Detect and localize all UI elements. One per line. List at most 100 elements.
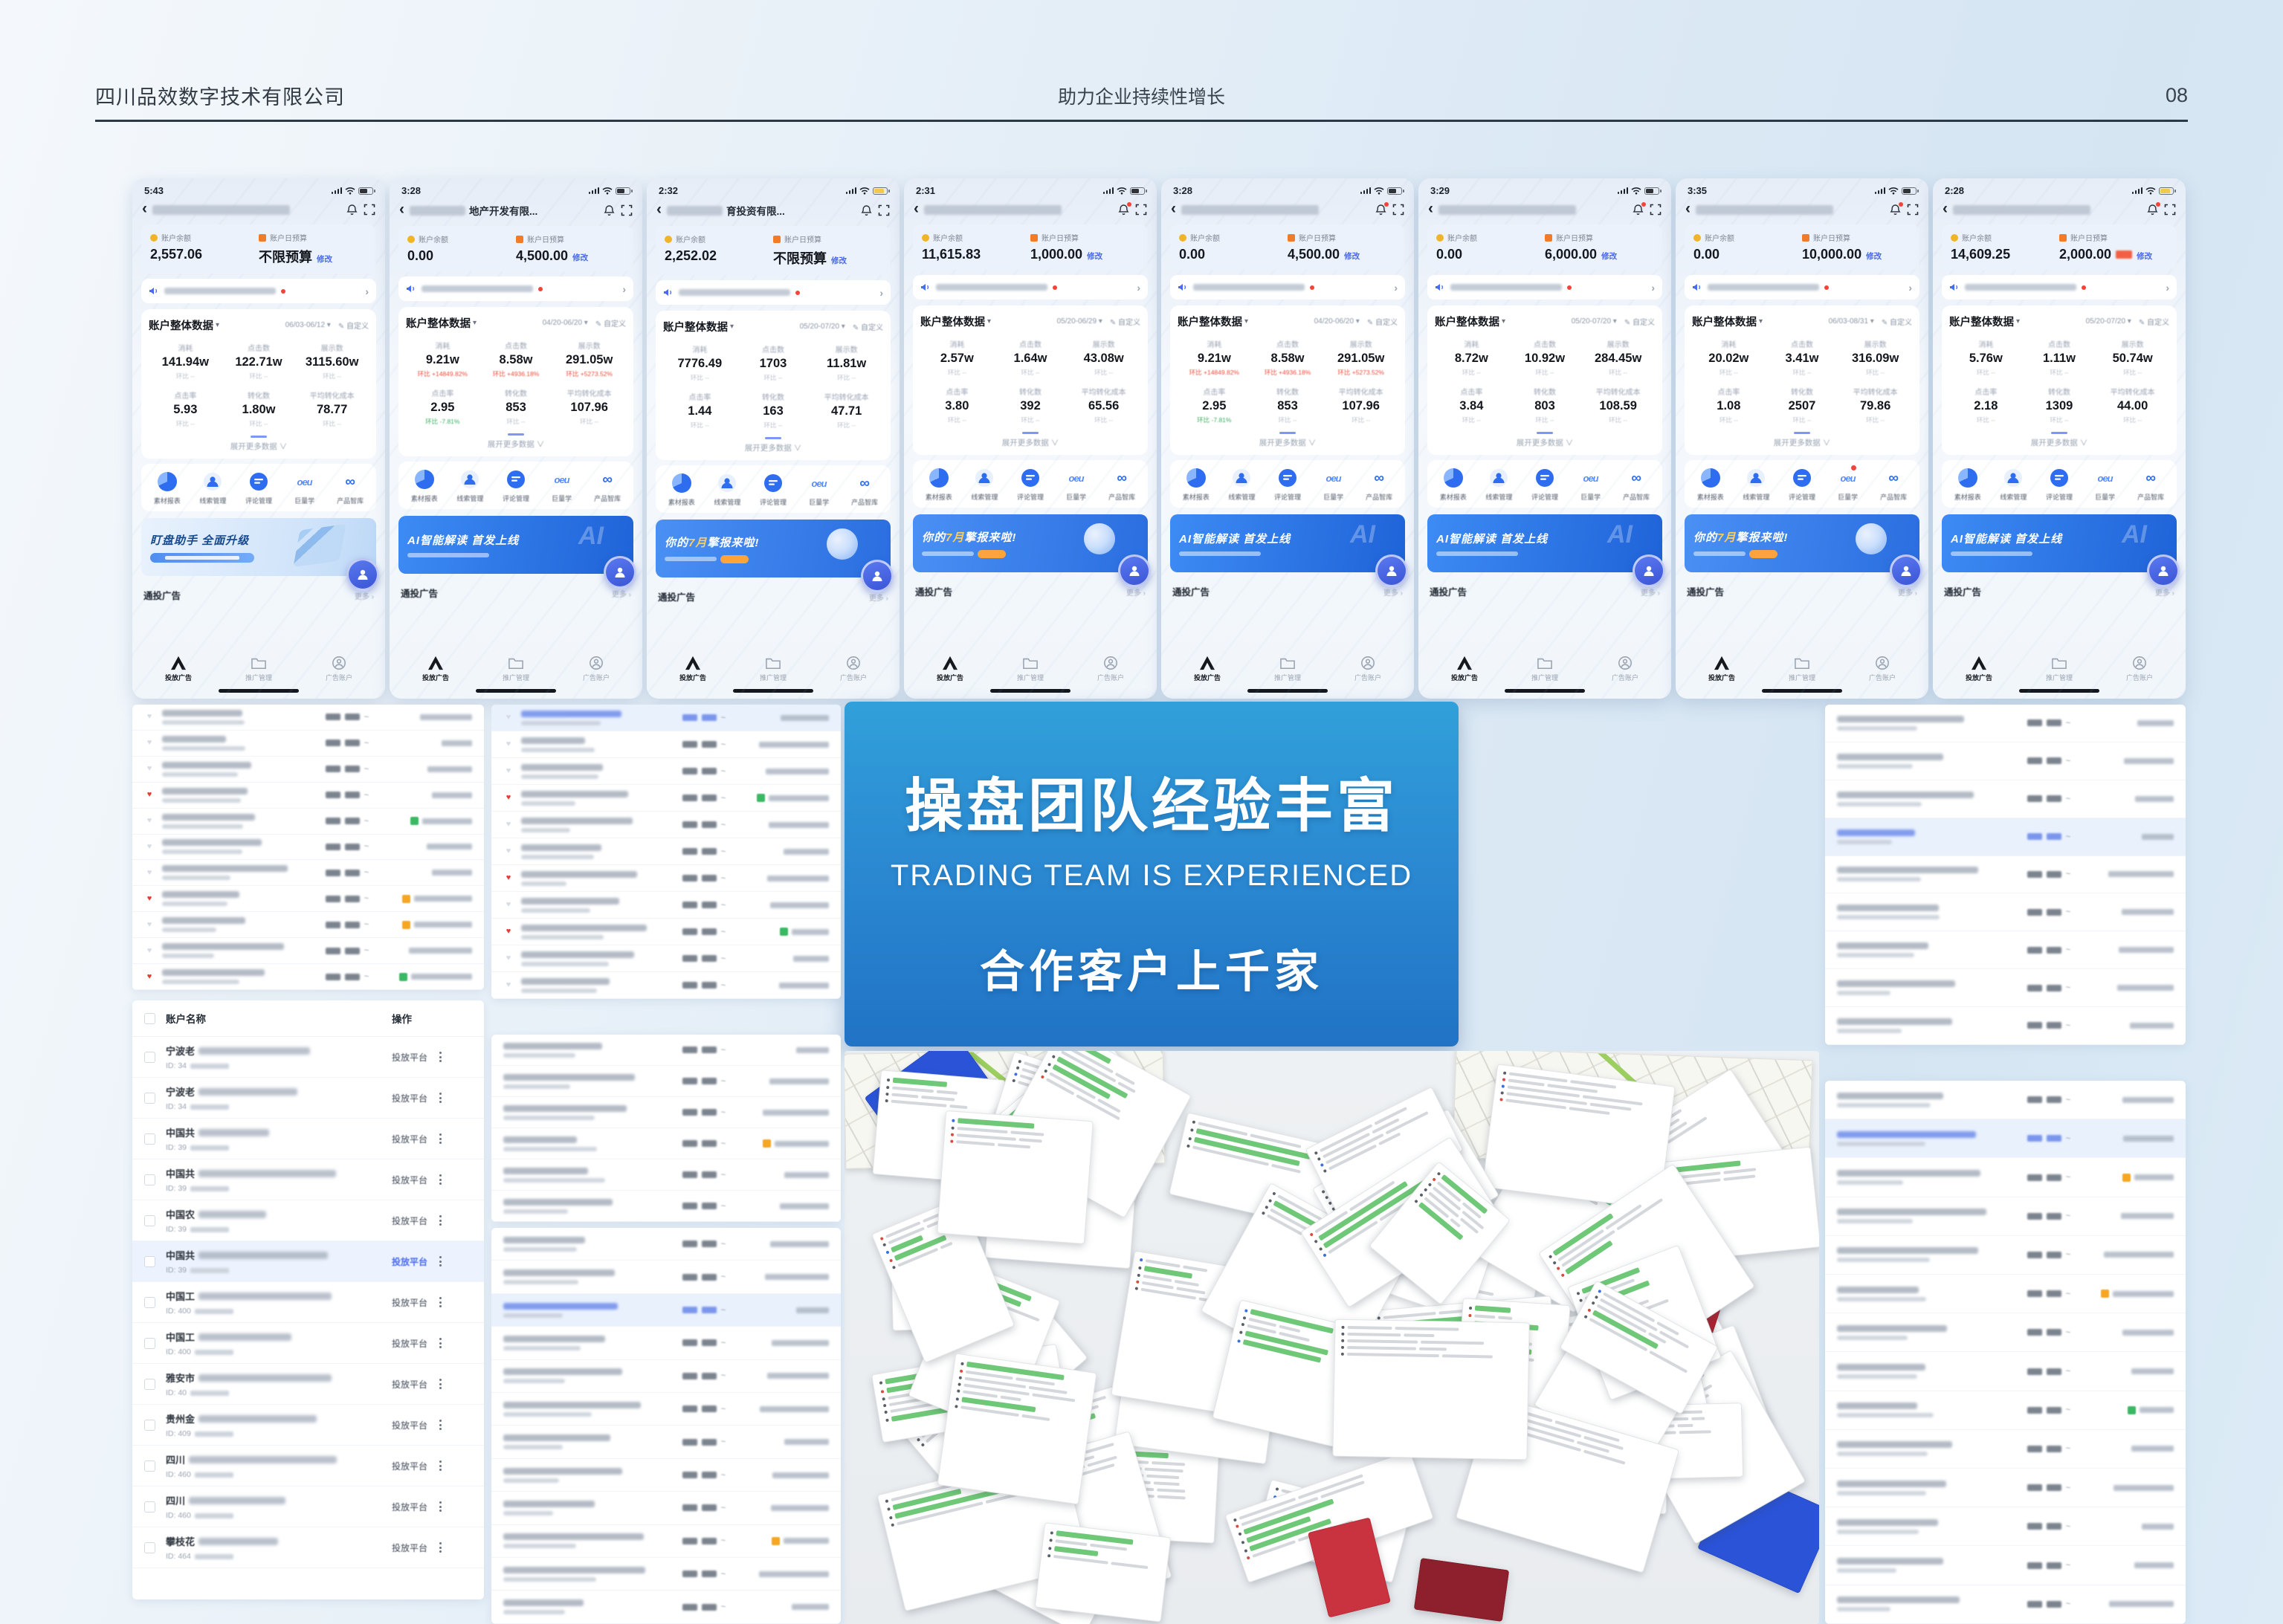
table-row[interactable]: ~ <box>491 1558 841 1591</box>
kebab-menu-icon[interactable] <box>439 1460 442 1471</box>
customer-service-button[interactable] <box>1633 554 1665 587</box>
shortcut-3[interactable]: 评论管理 <box>2038 468 2080 502</box>
modify-budget-link[interactable]: 修改 <box>1601 250 1617 262</box>
modify-budget-link[interactable]: 修改 <box>1344 250 1360 262</box>
bell-icon[interactable] <box>860 204 873 217</box>
favorite-icon[interactable]: ♥ <box>503 874 514 882</box>
table-row[interactable]: ~ <box>1825 1507 2186 1546</box>
more-link[interactable]: 更多 › <box>1641 586 1660 598</box>
kebab-menu-icon[interactable] <box>439 1093 442 1103</box>
favorite-icon[interactable]: ♥ <box>144 947 155 955</box>
favorite-icon[interactable]: ♥ <box>503 767 514 775</box>
table-row[interactable]: ~ <box>1825 1352 2186 1391</box>
nav-item-1[interactable]: 投放广告 <box>1438 656 1491 682</box>
shortcut-3[interactable]: 评论管理 <box>1010 468 1051 502</box>
overview-title[interactable]: 账户整体数据 <box>1435 314 1499 329</box>
table-row[interactable]: ~ <box>491 1327 841 1359</box>
kebab-menu-icon[interactable] <box>439 1174 442 1185</box>
account-row[interactable]: 四川ID: 460投放平台 <box>132 1486 484 1527</box>
fullscreen-icon[interactable] <box>1392 204 1404 216</box>
favorite-icon[interactable]: ♥ <box>503 847 514 855</box>
more-link[interactable]: 更多 › <box>612 588 631 599</box>
modify-budget-link[interactable]: 修改 <box>572 252 588 263</box>
nav-item-3[interactable]: 广告账户 <box>1342 656 1394 682</box>
expand-more-button[interactable]: 展开更多数据 ∨ <box>1692 437 1912 450</box>
more-link[interactable]: 更多 › <box>355 590 374 601</box>
fullscreen-icon[interactable] <box>2164 204 2176 216</box>
table-row[interactable]: ♥~ <box>132 731 484 757</box>
shortcut-3[interactable]: 评论管理 <box>495 469 537 503</box>
table-row[interactable]: ~ <box>491 1426 841 1458</box>
row-checkbox[interactable] <box>144 1542 155 1553</box>
back-icon[interactable]: ‹ <box>142 201 147 216</box>
announcement-bar[interactable]: › <box>1942 275 2177 300</box>
date-range-selector[interactable]: 06/03-08/31 ▾ <box>1829 317 1874 326</box>
account-row[interactable]: 四川ID: 460投放平台 <box>132 1446 484 1486</box>
kebab-menu-icon[interactable] <box>439 1297 442 1307</box>
custom-range-button[interactable]: ✎ 自定义 <box>595 317 626 329</box>
platform-link[interactable]: 投放平台 <box>392 1051 427 1064</box>
overview-title[interactable]: 账户整体数据 <box>920 314 985 329</box>
nav-item-2[interactable]: 推广管理 <box>233 656 285 682</box>
kebab-menu-icon[interactable] <box>439 1256 442 1266</box>
expand-more-button[interactable]: 展开更多数据 ∨ <box>406 439 626 452</box>
row-checkbox[interactable] <box>144 1379 155 1390</box>
more-link[interactable]: 更多 › <box>1126 586 1146 598</box>
shortcut-2[interactable]: 线索管理 <box>706 473 748 507</box>
table-row[interactable]: ~ <box>1825 1236 2186 1275</box>
promo-banner[interactable]: 盯盘助手 全面升级 <box>141 518 376 576</box>
table-row[interactable]: ~ <box>1825 969 2186 1007</box>
nav-item-1[interactable]: 投放广告 <box>152 656 204 682</box>
table-row[interactable]: ~ <box>1825 818 2186 856</box>
favorite-icon[interactable]: ♥ <box>503 981 514 989</box>
announcement-bar[interactable]: › <box>656 280 891 305</box>
shortcut-5[interactable]: ∞产品智库 <box>1615 468 1657 502</box>
row-checkbox[interactable] <box>144 1215 155 1226</box>
table-row[interactable]: ♥~ <box>491 838 841 865</box>
shortcut-4[interactable]: oeu巨量学 <box>1313 468 1354 502</box>
table-row[interactable]: ♥~ <box>132 809 484 835</box>
fullscreen-icon[interactable] <box>1907 204 1919 216</box>
shortcut-3[interactable]: 评论管理 <box>752 473 794 507</box>
date-range-selector[interactable]: 04/20-06/20 ▾ <box>1314 317 1360 326</box>
table-row[interactable]: ~ <box>1825 743 2186 780</box>
row-checkbox[interactable] <box>144 1501 155 1513</box>
nav-item-2[interactable]: 推广管理 <box>747 656 799 682</box>
nav-item-3[interactable]: 广告账户 <box>1085 656 1137 682</box>
table-row[interactable]: ~ <box>491 1128 841 1159</box>
row-checkbox[interactable] <box>144 1338 155 1349</box>
shortcut-2[interactable]: 线索管理 <box>192 471 233 505</box>
favorite-icon[interactable]: ♥ <box>503 954 514 963</box>
overview-title[interactable]: 账户整体数据 <box>149 317 213 333</box>
customer-service-button[interactable] <box>2147 554 2180 587</box>
account-row[interactable]: 攀枝花ID: 464投放平台 <box>132 1527 484 1568</box>
back-icon[interactable]: ‹ <box>1943 201 1948 216</box>
expand-more-button[interactable]: 展开更多数据 ∨ <box>1949 437 2169 450</box>
expand-more-button[interactable]: 展开更多数据 ∨ <box>1178 437 1398 450</box>
table-row[interactable]: ♥~ <box>491 758 841 785</box>
table-row[interactable]: ~ <box>1825 1007 2186 1045</box>
shortcut-2[interactable]: 线索管理 <box>449 469 491 503</box>
favorite-icon[interactable]: ♥ <box>144 791 155 799</box>
expand-more-button[interactable]: 展开更多数据 ∨ <box>149 441 369 454</box>
table-row[interactable]: ♥~ <box>132 964 484 990</box>
platform-link[interactable]: 投放平台 <box>392 1296 427 1309</box>
bell-icon[interactable] <box>1632 204 1644 216</box>
shortcut-5[interactable]: ∞产品智库 <box>1873 468 1914 502</box>
nav-item-2[interactable]: 推广管理 <box>1519 656 1571 682</box>
fullscreen-icon[interactable] <box>621 204 633 216</box>
shortcut-5[interactable]: ∞产品智库 <box>587 469 628 503</box>
favorite-icon[interactable]: ♥ <box>503 928 514 936</box>
kebab-menu-icon[interactable] <box>439 1052 442 1062</box>
nav-item-2[interactable]: 推广管理 <box>1262 656 1314 682</box>
nav-item-3[interactable]: 广告账户 <box>827 656 879 682</box>
date-range-selector[interactable]: 05/20-06/29 ▾ <box>1057 317 1102 326</box>
date-range-selector[interactable]: 04/20-06/20 ▾ <box>543 319 588 327</box>
favorite-icon[interactable]: ♥ <box>144 895 155 903</box>
custom-range-button[interactable]: ✎ 自定义 <box>1624 316 1655 327</box>
kebab-menu-icon[interactable] <box>439 1215 442 1226</box>
modify-budget-link[interactable]: 修改 <box>1087 250 1102 262</box>
bell-icon[interactable] <box>1889 204 1902 216</box>
table-row[interactable]: ♥~ <box>491 972 841 999</box>
row-checkbox[interactable] <box>144 1093 155 1104</box>
